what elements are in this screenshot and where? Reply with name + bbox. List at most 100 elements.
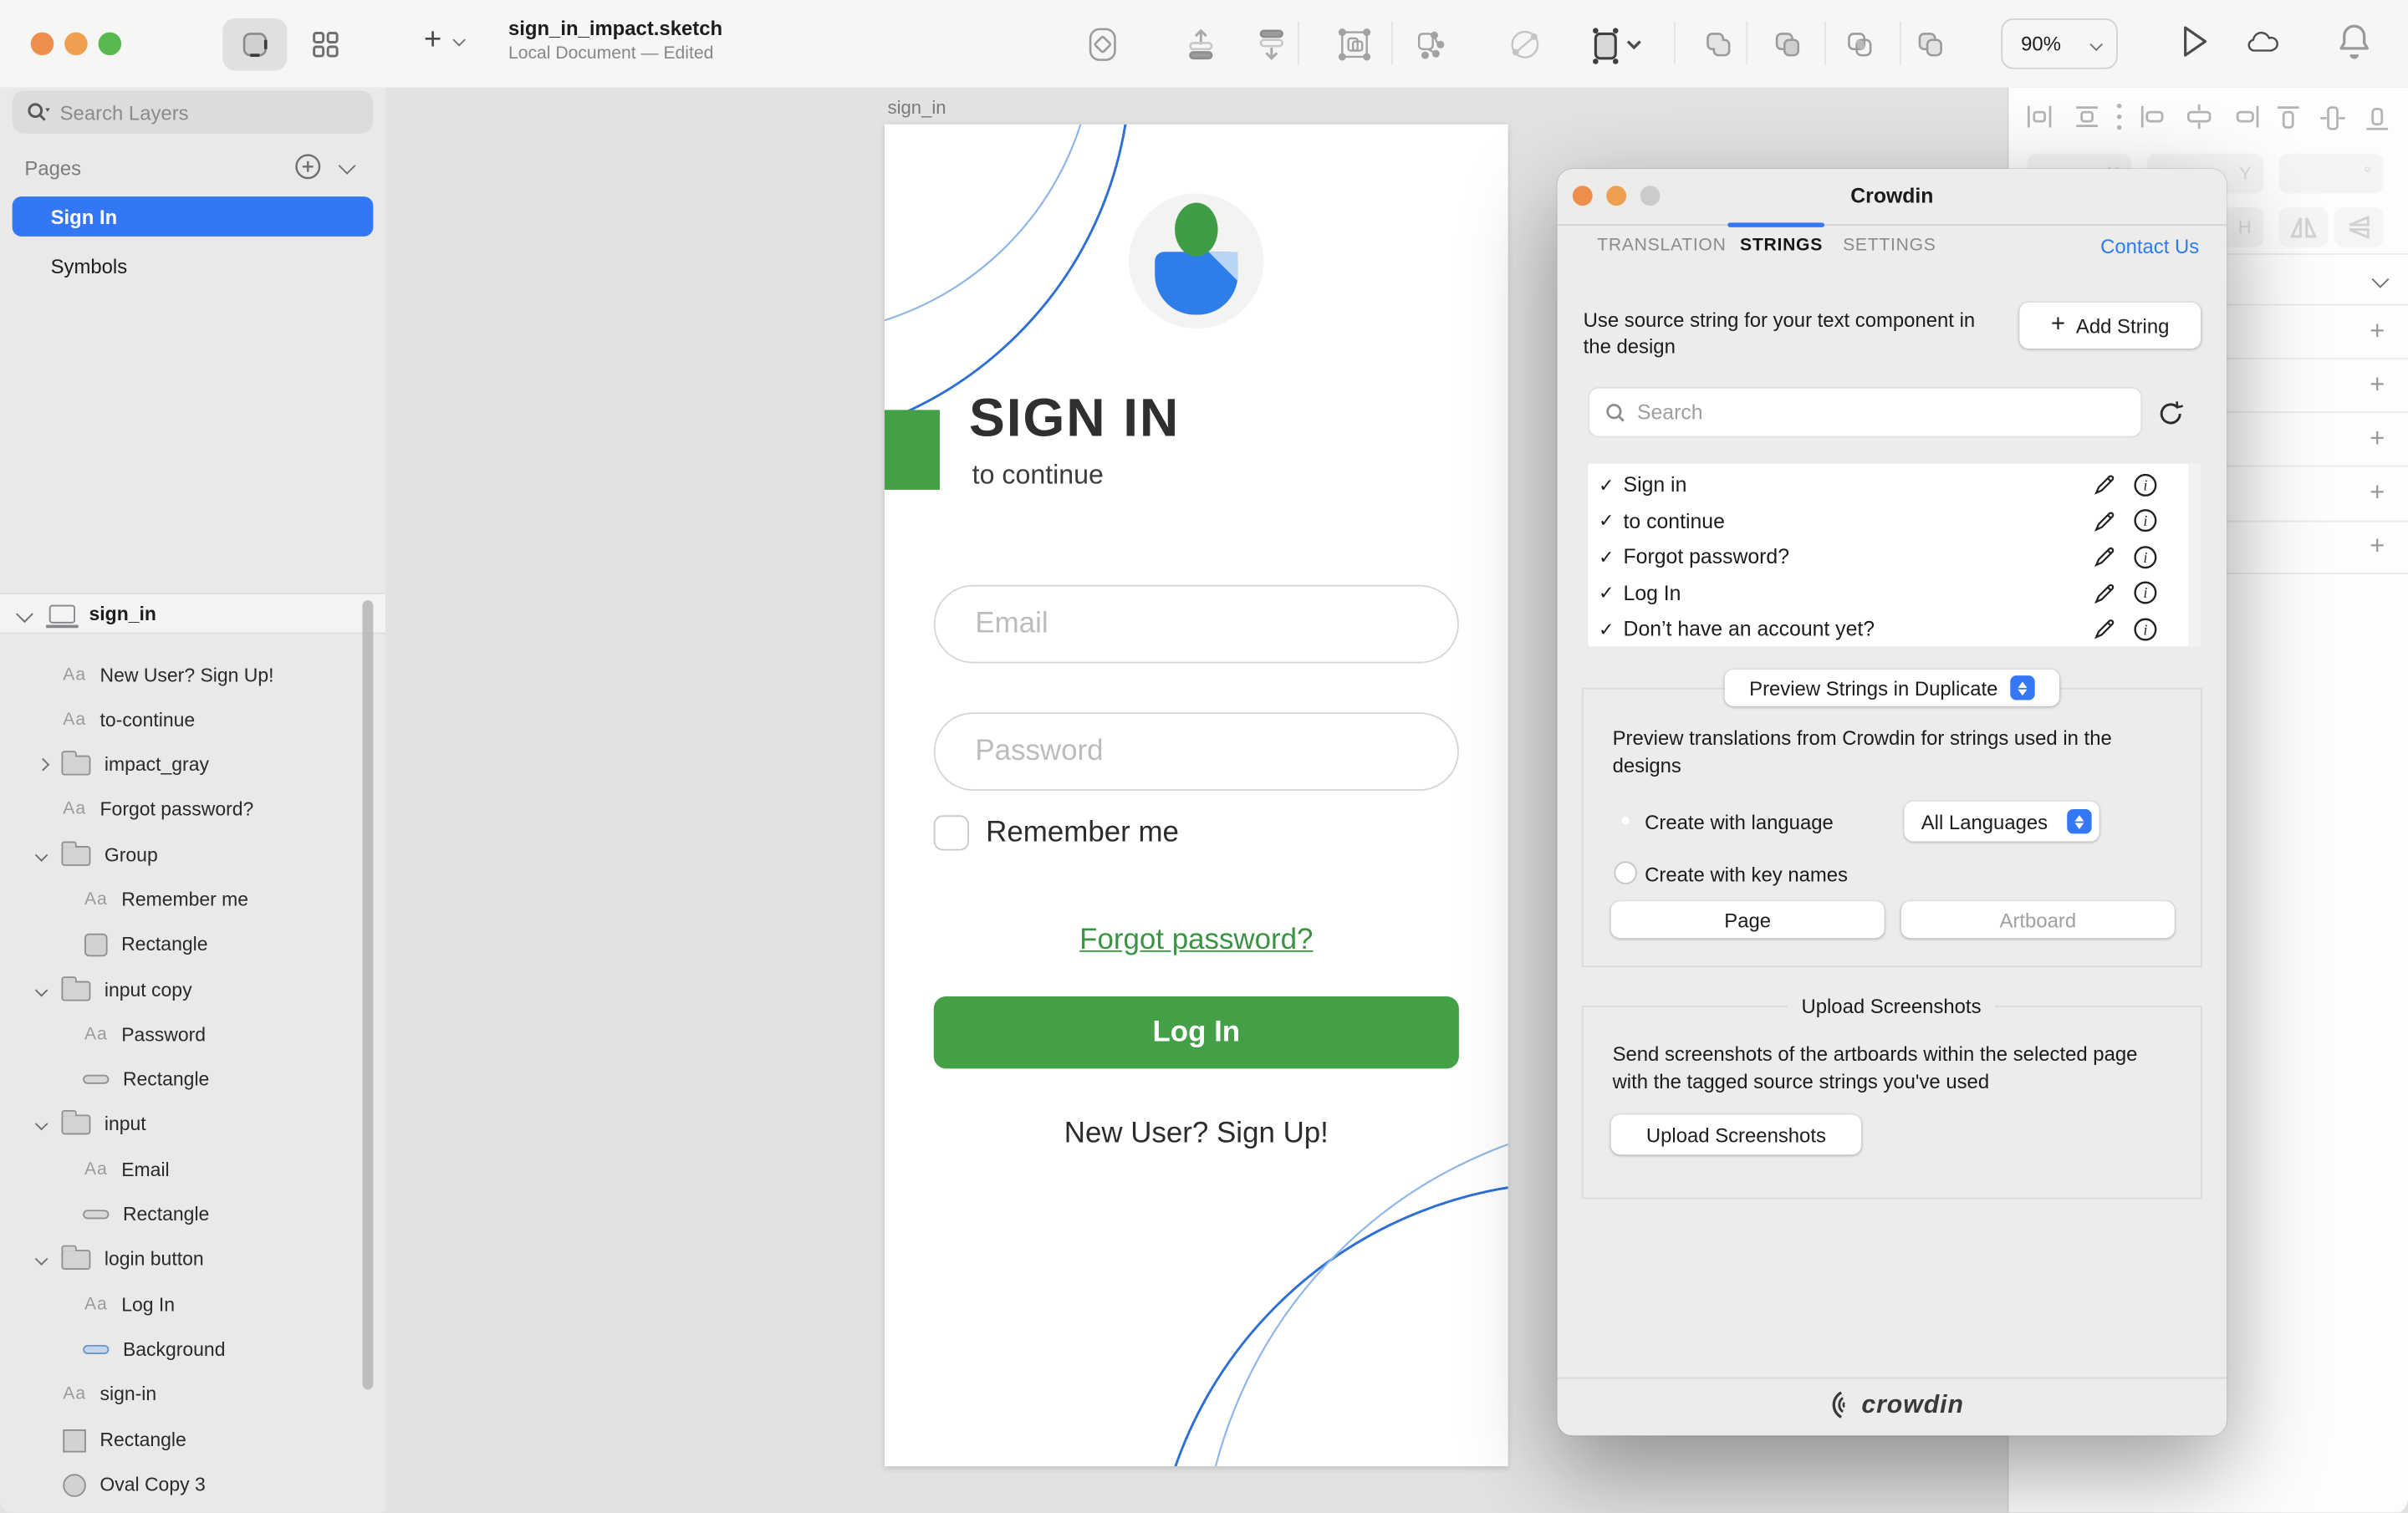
- layer-row[interactable]: Aato-continue: [0, 701, 362, 738]
- add-fill-icon[interactable]: +: [2370, 370, 2385, 401]
- align-middle-icon[interactable]: [2319, 103, 2346, 134]
- chevron-down-icon[interactable]: [35, 1118, 48, 1131]
- sidebar-scrollbar[interactable]: [362, 600, 373, 1389]
- transform-icon[interactable]: [1507, 26, 1543, 63]
- preview-strings-popup[interactable]: Preview Strings in Duplicate: [1725, 670, 2059, 706]
- close-button[interactable]: [31, 33, 54, 56]
- crowdin-titlebar[interactable]: Crowdin: [1557, 169, 2227, 226]
- contact-us-link[interactable]: Contact Us: [2100, 235, 2199, 258]
- info-icon[interactable]: i: [2133, 581, 2157, 605]
- edit-shape-icon[interactable]: [1588, 26, 1643, 63]
- layer-row[interactable]: AaNew User? Sign Up!: [0, 657, 362, 694]
- layer-row[interactable]: AaLog In: [0, 1286, 362, 1323]
- page-item-symbols[interactable]: Symbols: [13, 246, 374, 286]
- layer-row[interactable]: input: [0, 1105, 362, 1142]
- layer-row[interactable]: Aasign-in: [0, 1376, 362, 1413]
- page-button[interactable]: Page: [1611, 901, 1885, 938]
- layer-row[interactable]: Background: [0, 1331, 362, 1368]
- play-icon[interactable]: [2176, 23, 2213, 60]
- insert-button[interactable]: +: [424, 24, 463, 55]
- layer-row[interactable]: Rectangle: [0, 1061, 362, 1098]
- layer-row[interactable]: AaEmail: [0, 1152, 362, 1189]
- signup-text[interactable]: New User? Sign Up!: [885, 1118, 1508, 1151]
- list-scrollbar[interactable]: [2188, 464, 2201, 647]
- language-popup[interactable]: All Languages: [1905, 802, 2099, 842]
- strings-search-input[interactable]: Search: [1588, 387, 2142, 438]
- boolean-union-icon[interactable]: [1698, 26, 1735, 63]
- layer-row[interactable]: AaForgot password?: [0, 791, 362, 828]
- add-blur-icon[interactable]: +: [2370, 532, 2385, 563]
- section-collapse-icon[interactable]: [2372, 271, 2390, 288]
- add-page-icon[interactable]: [295, 154, 321, 180]
- minimize-button[interactable]: [64, 33, 88, 56]
- string-row[interactable]: ✓to continue i: [1588, 503, 2201, 539]
- email-field[interactable]: Email: [934, 585, 1459, 664]
- artboard-button[interactable]: Artboard: [1901, 901, 2175, 938]
- distribute-horizontal-icon[interactable]: [2024, 103, 2055, 130]
- pencil-icon[interactable]: [2093, 473, 2116, 497]
- layer-row[interactable]: Rectangle: [0, 926, 362, 963]
- ungroup-icon[interactable]: [1410, 26, 1446, 63]
- info-icon[interactable]: i: [2133, 617, 2157, 641]
- chevron-down-icon[interactable]: [35, 848, 48, 862]
- pencil-icon[interactable]: [2093, 618, 2116, 641]
- chevron-right-icon[interactable]: [37, 758, 50, 772]
- layer-row[interactable]: login button: [0, 1240, 362, 1277]
- canvas-view-icon[interactable]: [222, 18, 287, 69]
- chevron-down-icon[interactable]: [35, 984, 48, 997]
- tab-translation[interactable]: TRANSLATION: [1597, 237, 1726, 255]
- artboard-group-row[interactable]: sign_in: [0, 593, 385, 634]
- password-field[interactable]: Password: [934, 712, 1459, 791]
- artboard[interactable]: SIGN IN to continue Email Password Remem…: [885, 125, 1508, 1466]
- login-button[interactable]: Log In: [934, 996, 1459, 1068]
- layer-row[interactable]: Rectangle: [0, 1196, 362, 1233]
- create-with-key-names-radio[interactable]: [1614, 861, 1637, 884]
- info-icon[interactable]: i: [2133, 508, 2157, 532]
- align-right-icon[interactable]: [2228, 103, 2262, 130]
- remember-me-checkbox[interactable]: [934, 815, 969, 850]
- forgot-password-link[interactable]: Forgot password?: [885, 925, 1508, 958]
- refresh-icon[interactable]: [2156, 400, 2186, 429]
- add-shadow-icon[interactable]: +: [2370, 477, 2385, 508]
- zoom-control[interactable]: 90%: [2001, 18, 2118, 69]
- add-string-button[interactable]: + Add String: [2019, 303, 2201, 349]
- zoom-window-button[interactable]: [99, 33, 122, 56]
- chevron-down-icon[interactable]: [35, 1252, 48, 1266]
- layer-row[interactable]: AaPassword: [0, 1016, 362, 1053]
- more-options-icon[interactable]: [2113, 101, 2125, 132]
- distribute-vertical-icon[interactable]: [2072, 103, 2103, 130]
- pencil-icon[interactable]: [2093, 582, 2116, 605]
- tab-settings[interactable]: SETTINGS: [1843, 237, 1936, 255]
- pencil-icon[interactable]: [2093, 545, 2116, 568]
- boolean-intersect-icon[interactable]: [1841, 26, 1878, 63]
- bell-icon[interactable]: [2336, 23, 2373, 60]
- layer-row[interactable]: Rectangle: [0, 1422, 362, 1459]
- pencil-icon[interactable]: [2093, 509, 2116, 532]
- align-top-icon[interactable]: [2274, 103, 2302, 134]
- send-backward-icon[interactable]: [1253, 26, 1290, 63]
- layer-row[interactable]: AaRemember me: [0, 881, 362, 918]
- create-symbol-icon[interactable]: [1084, 26, 1121, 63]
- string-row[interactable]: ✓Forgot password? i: [1588, 539, 2201, 575]
- align-center-horizontal-icon[interactable]: [2182, 103, 2216, 130]
- add-border-icon[interactable]: +: [2370, 424, 2385, 455]
- align-bottom-icon[interactable]: [2364, 103, 2391, 134]
- group-icon[interactable]: [1336, 26, 1373, 63]
- layer-row[interactable]: Group: [0, 837, 362, 874]
- add-style-icon[interactable]: +: [2370, 316, 2385, 347]
- flip-horizontal-button[interactable]: [2279, 207, 2329, 247]
- tab-strings[interactable]: STRINGS: [1740, 237, 1823, 255]
- bring-forward-icon[interactable]: [1182, 26, 1219, 63]
- page-item-sign-in[interactable]: Sign In: [13, 196, 374, 237]
- search-layers-input[interactable]: Search Layers: [13, 90, 374, 133]
- layer-row[interactable]: input copy: [0, 972, 362, 1009]
- layer-row[interactable]: impact_gray: [0, 746, 362, 783]
- string-row[interactable]: ✓Log In i: [1588, 575, 2201, 611]
- boolean-subtract-icon[interactable]: [1769, 26, 1806, 63]
- rotation-field[interactable]: °: [2279, 154, 2384, 194]
- string-row[interactable]: ✓Sign in i: [1588, 466, 2201, 502]
- layer-row[interactable]: Oval Copy 3: [0, 1466, 362, 1503]
- align-left-icon[interactable]: [2138, 103, 2171, 130]
- upload-screenshots-button[interactable]: Upload Screenshots: [1611, 1114, 1861, 1154]
- string-row[interactable]: ✓Don’t have an account yet? i: [1588, 611, 2201, 647]
